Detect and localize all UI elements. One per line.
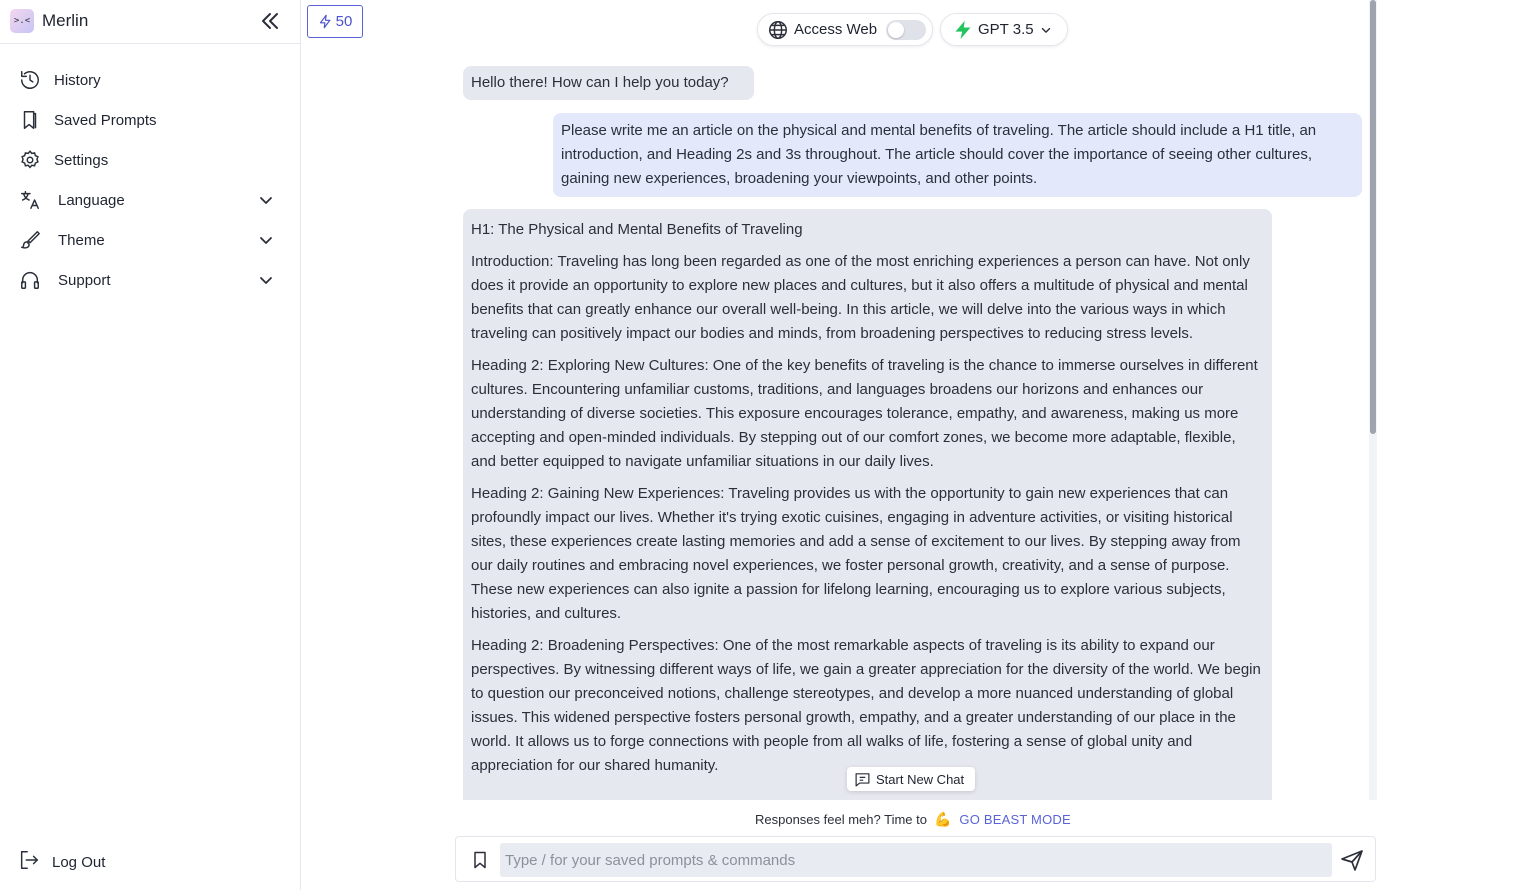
model-selector[interactable]: GPT 3.5	[940, 13, 1068, 46]
saved-prompts-button[interactable]	[470, 849, 490, 871]
chevron-down-icon	[256, 190, 276, 210]
chat-area: Hello there! How can I help you today? P…	[301, 50, 1369, 800]
lightning-icon	[319, 14, 331, 29]
answer-paragraph: Heading 2: Broadening Perspectives: One …	[471, 637, 1261, 774]
translate-icon	[18, 188, 42, 212]
sidebar-item-support[interactable]: Support	[0, 260, 300, 300]
bookmark-icon	[18, 108, 42, 132]
sidebar-item-settings[interactable]: Settings	[0, 140, 300, 180]
beast-mode-banner: Responses feel meh? Time to 💪 GO BEAST M…	[755, 809, 1071, 829]
credits-button[interactable]: 50	[307, 5, 363, 38]
bookmark-icon	[474, 851, 486, 869]
flexed-bicep-icon: 💪	[933, 810, 952, 827]
send-icon	[1341, 850, 1363, 871]
start-new-chat-label: Start New Chat	[876, 771, 965, 787]
user-message: Please write me an article on the physic…	[553, 113, 1362, 197]
chevron-down-icon	[1041, 27, 1050, 33]
sidebar-item-label: Settings	[54, 151, 109, 169]
sidebar-nav: History Saved Prompts Settings Language	[0, 60, 300, 300]
chat-plus-icon	[855, 772, 870, 786]
go-beast-mode-link[interactable]: GO BEAST MODE	[959, 812, 1070, 827]
sidebar-item-label: Theme	[58, 231, 105, 249]
start-new-chat-button[interactable]: Start New Chat	[847, 767, 975, 791]
brand-name: Merlin	[42, 11, 89, 30]
answer-paragraph: Introduction: Traveling has long been re…	[471, 253, 1250, 342]
sidebar: >.< Merlin History Saved Prompts Setting…	[0, 0, 301, 890]
chevron-down-icon	[256, 270, 276, 290]
sidebar-item-history[interactable]: History	[0, 60, 300, 100]
globe-icon	[769, 20, 787, 39]
model-label: GPT 3.5	[978, 21, 1034, 38]
brush-icon	[18, 228, 42, 252]
scrollbar-thumb[interactable]	[1370, 0, 1376, 434]
sidebar-item-saved-prompts[interactable]: Saved Prompts	[0, 100, 300, 140]
answer-paragraph: Heading 2: Exploring New Cultures: One o…	[471, 357, 1258, 470]
access-web-label: Access Web	[794, 21, 878, 38]
send-button[interactable]	[1340, 848, 1364, 872]
message-input[interactable]	[500, 843, 1332, 877]
chat-scrollbar[interactable]	[1369, 0, 1377, 800]
brand-header: >.< Merlin	[0, 0, 300, 44]
sidebar-item-label: Support	[58, 271, 111, 289]
sidebar-item-label: Language	[58, 191, 125, 209]
bot-message-greeting: Hello there! How can I help you today?	[463, 66, 754, 100]
lightning-icon	[955, 20, 971, 39]
beast-mode-prompt: Responses feel meh? Time to	[755, 811, 927, 827]
logout-label: Log Out	[52, 853, 106, 871]
credits-count: 50	[335, 13, 353, 30]
sidebar-item-label: History	[54, 71, 101, 89]
bot-message-answer: H1: The Physical and Mental Benefits of …	[463, 209, 1272, 800]
answer-paragraph: Heading 2: Gaining New Experiences: Trav…	[471, 485, 1241, 622]
collapse-sidebar-button[interactable]	[258, 10, 282, 32]
chevron-down-icon	[256, 230, 276, 250]
answer-paragraph: H1: The Physical and Mental Benefits of …	[471, 221, 803, 238]
access-web-toggle[interactable]	[886, 20, 926, 40]
headset-icon	[18, 268, 42, 292]
logout-button[interactable]: Log Out	[0, 842, 300, 882]
gear-icon	[18, 148, 42, 172]
double-chevron-left-icon	[262, 13, 278, 29]
toggle-knob	[888, 22, 904, 38]
sidebar-item-label: Saved Prompts	[54, 111, 157, 129]
merlin-logo-icon: >.<	[10, 9, 34, 33]
logout-icon	[18, 849, 40, 876]
sidebar-item-theme[interactable]: Theme	[0, 220, 300, 260]
message-composer	[455, 836, 1376, 882]
access-web-control: Access Web	[757, 13, 933, 46]
history-icon	[18, 68, 42, 92]
sidebar-item-language[interactable]: Language	[0, 180, 300, 220]
